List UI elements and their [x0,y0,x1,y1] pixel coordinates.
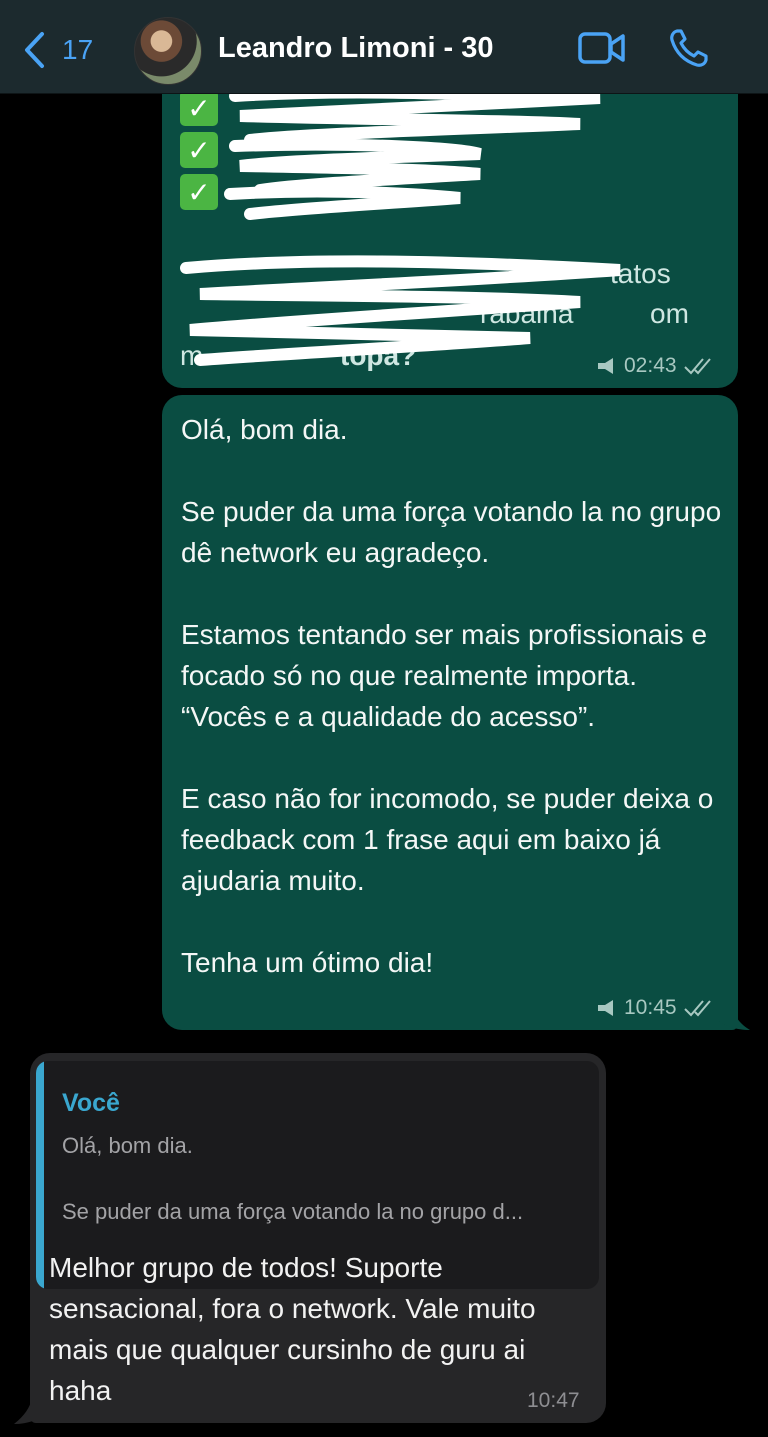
chevron-left-icon [25,32,44,68]
quote-text: Se puder da uma força votando la no grup… [62,1199,524,1224]
message-paragraph: Tenha um ótimo dia! [181,947,434,978]
message-text: Olá, bom dia. Se puder da uma força vota… [181,409,726,983]
message-paragraph [181,573,726,614]
bubble-tail [718,1006,750,1030]
quote-text: Olá, bom dia. [62,1133,193,1158]
message-paragraph [181,737,726,778]
message-time: 10:47 [527,1389,580,1412]
quote-author: Você [62,1089,120,1117]
contact-avatar[interactable] [134,17,202,85]
message-text: Melhor grupo de todos! Suporte sensacion… [49,1252,536,1406]
unread-count: 17 [62,34,94,65]
chat-header: 17 Leandro Limoni - 30 [0,0,768,94]
redacted-content: ✓ ✓ ✓ tatos rabalha om m topa? [180,90,720,371]
outgoing-message-bubble[interactable]: Olá, bom dia. Se puder da uma força vota… [162,395,738,1030]
message-time: 10:45 [624,996,677,1019]
scribble-redaction [180,90,621,366]
message-paragraph: Se puder da uma força votando la no grup… [181,496,722,568]
video-call-icon[interactable] [578,30,626,66]
back-button[interactable]: 17 [22,30,93,70]
message-meta: 10:45 [596,996,713,1020]
megaphone-icon [598,1000,613,1016]
message-paragraph [181,450,726,491]
message-paragraph: E caso não for incomodo, se puder deixa … [181,783,714,896]
double-check-icon [683,358,711,375]
incoming-message-bubble[interactable]: Você Olá, bom dia. Se puder da uma força… [30,1053,606,1423]
message-paragraph [181,901,726,942]
outgoing-message-bubble[interactable]: ✓ ✓ ✓ tatos rabalha om m topa? 02:43 [162,60,738,388]
message-time: 02:43 [624,354,677,377]
contact-name[interactable]: Leandro Limoni - 30 [218,32,494,65]
message-meta: 02:43 [596,354,713,378]
message-paragraph: Estamos tentando ser mais profissionais … [181,619,708,732]
phone-call-icon[interactable] [668,27,710,69]
bubble-tail [14,1398,44,1424]
quote-accent-bar [36,1061,44,1289]
megaphone-icon [598,358,613,374]
double-check-icon [683,1000,711,1017]
message-paragraph: Olá, bom dia. [181,414,348,445]
